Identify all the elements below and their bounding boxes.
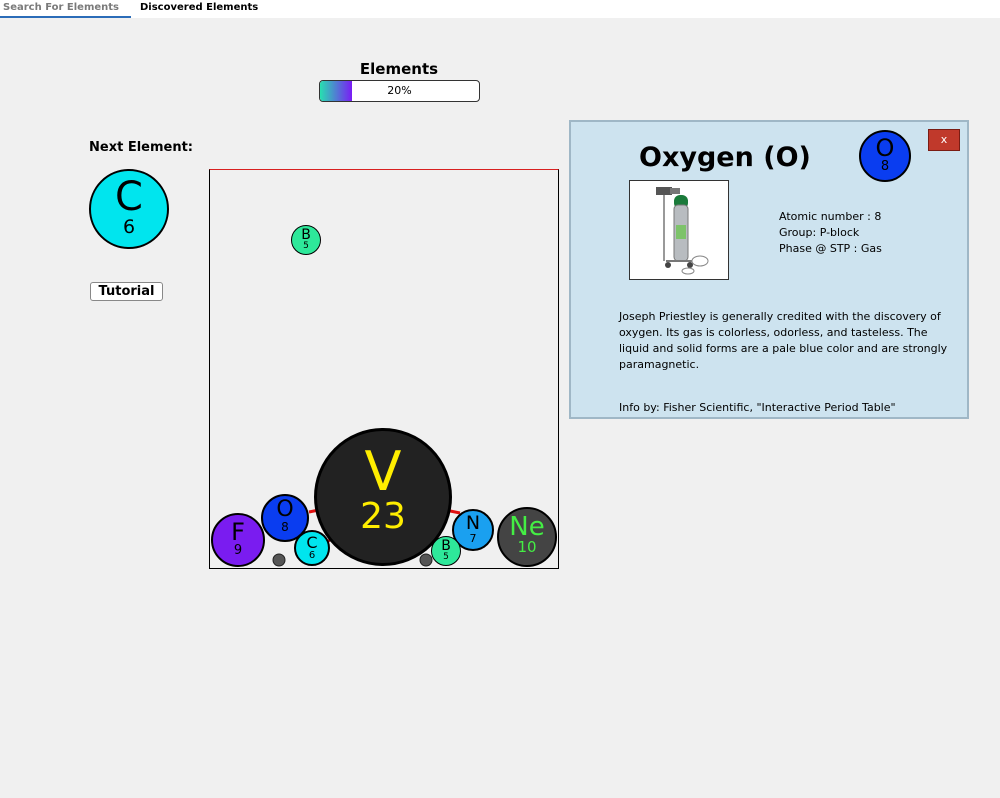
game-board[interactable]: B 5 V 23 O 8 F 9 C 6 N 7 Ne 10 B 5 <box>209 169 559 569</box>
tutorial-button[interactable]: Tutorial <box>90 282 163 301</box>
ball-symbol: F <box>231 518 245 546</box>
oxygen-tank-image <box>629 180 729 280</box>
phase: Phase @ STP : Gas <box>779 242 882 255</box>
ball-symbol: Ne <box>509 512 545 542</box>
ball-symbol: O <box>276 497 294 522</box>
next-element-number: 6 <box>122 216 136 238</box>
progress-bar: 20% <box>319 80 480 102</box>
next-element-symbol: C <box>115 174 143 220</box>
element-badge: O 8 <box>859 130 911 182</box>
ball-symbol: V <box>364 440 402 503</box>
ball-symbol: B <box>441 538 451 554</box>
group: Group: P-block <box>779 226 860 239</box>
ball-symbol: N <box>465 512 481 534</box>
pebble-right <box>419 553 433 567</box>
pebble-left <box>272 553 286 567</box>
atomic-number: Atomic number : 8 <box>779 210 882 223</box>
ball-number: 8 <box>281 520 289 534</box>
ball-number: 9 <box>233 543 243 558</box>
next-element-ball: C 6 <box>89 169 169 249</box>
ball-number: 10 <box>517 538 537 556</box>
element-ball-b: B 5 <box>291 225 321 255</box>
badge-symbol: O <box>875 134 895 162</box>
element-facts: Atomic number : 8 Group: P-block Phase @… <box>779 209 882 257</box>
tab-search-elements[interactable]: Search For Elements <box>0 0 131 18</box>
element-ball-f: F 9 <box>211 513 265 567</box>
close-button[interactable]: x <box>928 129 960 151</box>
element-ball-b: B 5 <box>431 536 461 566</box>
ball-number: 5 <box>443 552 449 562</box>
element-description: Joseph Priestley is generally credited w… <box>619 310 948 371</box>
badge-number: 8 <box>880 159 890 174</box>
info-credit: Info by: Fisher Scientific, "Interactive… <box>619 401 896 414</box>
tab-discovered-elements[interactable]: Discovered Elements <box>140 0 258 18</box>
ball-symbol: B <box>301 227 311 243</box>
ball-symbol: C <box>306 533 318 552</box>
next-element-label: Next Element: <box>89 140 194 155</box>
ball-number: 5 <box>303 241 309 251</box>
ball-number: 23 <box>360 496 406 537</box>
element-ball-c: C 6 <box>294 530 330 566</box>
element-ball-ne: Ne 10 <box>497 507 557 567</box>
progress-value: 20% <box>387 84 412 97</box>
element-title: Oxygen (O) <box>639 142 811 173</box>
ball-number: 6 <box>308 550 316 561</box>
element-info-panel: Oxygen (O) O 8 x Atomic number : 8 Group… <box>569 120 969 419</box>
tab-bar: Search For Elements Discovered Elements <box>0 0 1000 18</box>
